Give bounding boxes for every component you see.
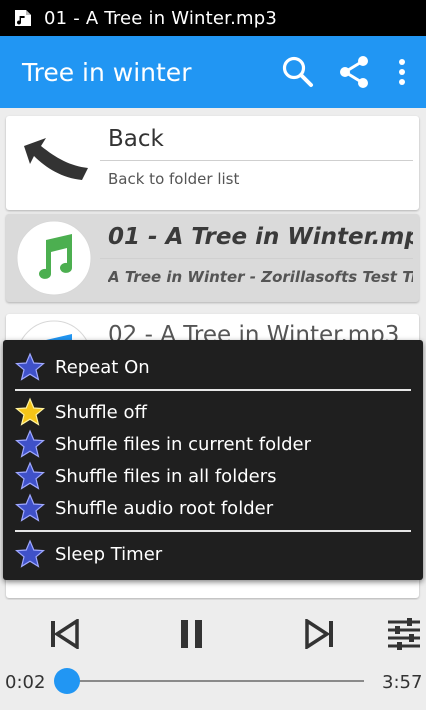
share-icon (340, 56, 368, 88)
previous-button[interactable] (42, 614, 86, 654)
music-file-icon (15, 10, 31, 26)
share-button[interactable] (334, 52, 374, 92)
seek-bar[interactable] (64, 680, 364, 682)
pause-button[interactable] (172, 614, 212, 654)
star-blue-icon (15, 539, 45, 568)
pause-icon (181, 620, 202, 648)
player-controls: 0:02 3:57 (0, 600, 426, 710)
star-blue-icon (15, 461, 45, 490)
star-blue-icon (15, 429, 45, 458)
options-popup-menu: Repeat On Shuffle off Shuffle files in c… (3, 340, 423, 580)
elapsed-time: 0:02 (5, 672, 46, 693)
search-button[interactable] (278, 52, 318, 92)
list-item-title: Back (108, 126, 164, 152)
more-vert-icon (399, 59, 405, 85)
menu-item-shuffle-off[interactable]: Shuffle off (15, 396, 147, 428)
list-item-title: 01 - A Tree in Winter.mp3 (108, 224, 413, 250)
total-duration: 3:57 (382, 672, 423, 693)
seek-thumb[interactable] (53, 668, 80, 694)
skip-next-icon (305, 619, 333, 649)
list-item-subtitle: A Tree in Winter - Zorillasofts Test Tra… (108, 268, 413, 286)
divider (100, 258, 413, 259)
menu-item-label: Shuffle files in current folder (55, 433, 311, 455)
page-title: Tree in winter (22, 57, 192, 87)
search-icon (282, 56, 313, 87)
equalizer-button[interactable] (384, 614, 424, 654)
menu-item-label: Repeat On (55, 356, 150, 378)
menu-item-repeat[interactable]: Repeat On (15, 351, 150, 383)
menu-divider (15, 389, 411, 391)
divider (100, 160, 413, 161)
status-bar: 01 - A Tree in Winter.mp3 (0, 0, 426, 36)
more-options-button[interactable] (390, 52, 414, 92)
menu-item-shuffle-all-folders[interactable]: Shuffle files in all folders (15, 460, 276, 492)
star-gold-icon (15, 397, 45, 426)
app-screen: 01 - A Tree in Winter.mp3 Tree in winter (0, 0, 426, 710)
menu-item-sleep-timer[interactable]: Sleep Timer (15, 538, 162, 570)
list-item-back[interactable]: Back Back to folder list (6, 116, 419, 210)
app-bar: Tree in winter (0, 36, 426, 108)
star-blue-icon (15, 493, 45, 522)
status-title: 01 - A Tree in Winter.mp3 (44, 7, 278, 29)
equalizer-icon (388, 618, 420, 650)
menu-item-label: Shuffle audio root folder (55, 497, 274, 519)
menu-item-shuffle-root-folder[interactable]: Shuffle audio root folder (15, 492, 273, 524)
menu-item-label: Shuffle files in all folders (55, 465, 277, 487)
star-blue-icon (15, 352, 45, 381)
list-item-selected-track[interactable]: 01 - A Tree in Winter.mp3 A Tree in Wint… (6, 214, 419, 302)
back-arrow-icon (24, 138, 88, 180)
menu-item-label: Sleep Timer (55, 543, 163, 565)
menu-item-label: Shuffle off (55, 401, 147, 423)
skip-previous-icon (51, 619, 79, 649)
music-note-icon (16, 220, 92, 296)
list-item-subtitle: Back to folder list (108, 170, 240, 188)
menu-item-shuffle-current-folder[interactable]: Shuffle files in current folder (15, 428, 311, 460)
menu-divider (15, 530, 411, 532)
next-button[interactable] (298, 614, 342, 654)
